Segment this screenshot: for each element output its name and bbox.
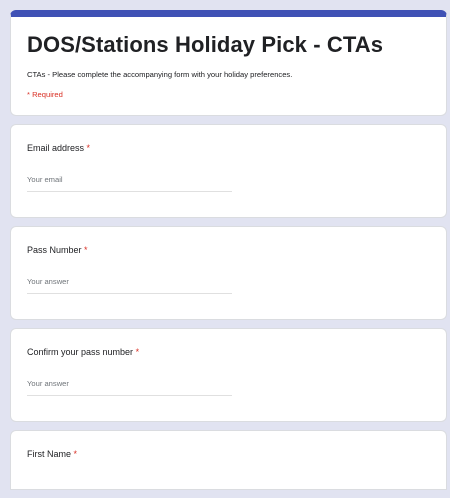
question-title: Email address bbox=[27, 143, 85, 153]
question-label-email: Email address * bbox=[27, 143, 430, 153]
form-description: CTAs - Please complete the accompanying … bbox=[27, 70, 293, 79]
question-card-pass-number: Pass Number * bbox=[10, 226, 447, 320]
required-asterisk: * bbox=[86, 143, 91, 153]
pass-number-input[interactable] bbox=[27, 277, 232, 294]
question-card-first-name: First Name * bbox=[10, 430, 447, 490]
question-title: Pass Number bbox=[27, 245, 82, 255]
question-title: First Name bbox=[27, 449, 72, 459]
question-card-confirm-pass: Confirm your pass number * bbox=[10, 328, 447, 422]
question-title: Confirm your pass number bbox=[27, 347, 134, 357]
form-title: DOS/Stations Holiday Pick - CTAs bbox=[27, 32, 384, 57]
required-asterisk: * bbox=[84, 245, 88, 255]
question-label-pass-number: Pass Number * bbox=[27, 245, 430, 255]
question-label-first-name: First Name * bbox=[27, 449, 430, 459]
email-input[interactable] bbox=[27, 175, 232, 192]
question-label-confirm-pass: Confirm your pass number * bbox=[27, 347, 430, 357]
required-asterisk: * bbox=[73, 449, 78, 459]
form-header-card: DOS/Stations Holiday Pick - CTAs CTAs - … bbox=[10, 10, 447, 116]
confirm-pass-number-input[interactable] bbox=[27, 379, 232, 396]
form-page: DOS/Stations Holiday Pick - CTAs CTAs - … bbox=[10, 10, 447, 498]
question-card-email: Email address * bbox=[10, 124, 447, 218]
required-asterisk: * bbox=[135, 347, 140, 357]
required-note: * Required bbox=[27, 90, 63, 99]
